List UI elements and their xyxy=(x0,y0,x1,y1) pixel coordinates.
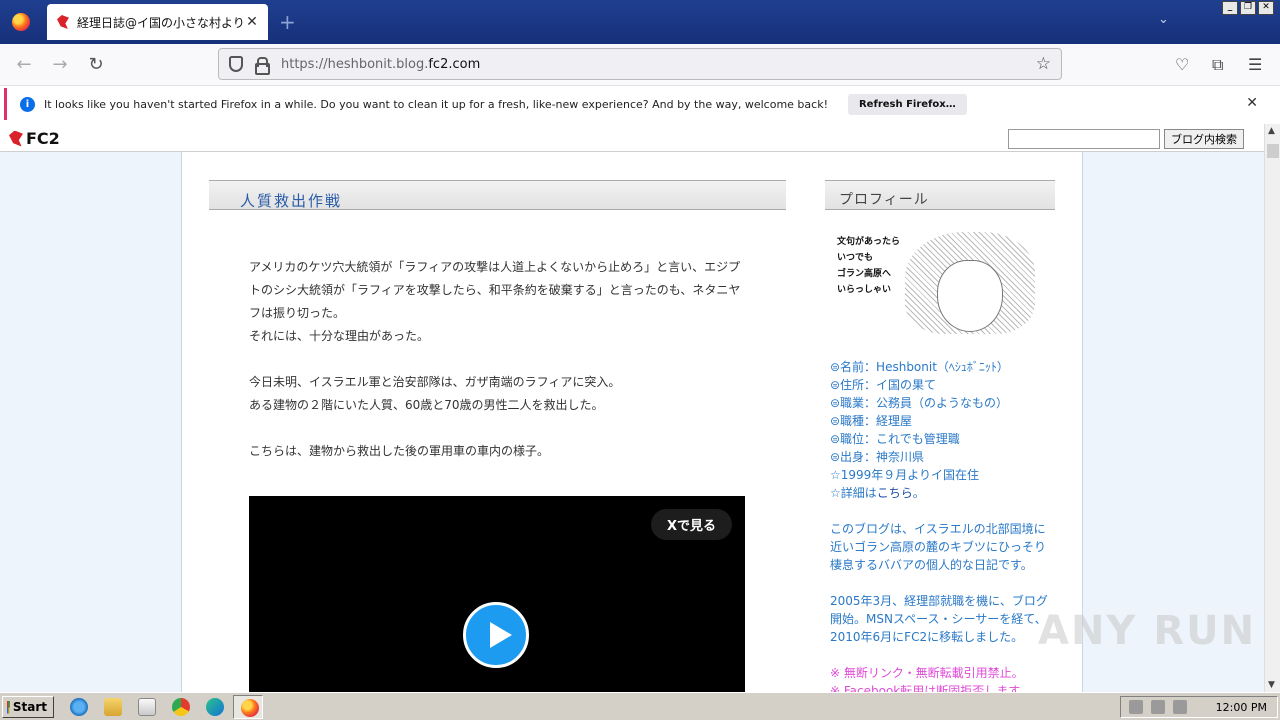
new-tab-plus-icon[interactable]: + xyxy=(279,10,296,34)
close-window-button[interactable]: ✕ xyxy=(1258,1,1274,15)
scroll-down-arrow-icon[interactable]: ▼ xyxy=(1268,680,1275,690)
profile-image-caption: 文句があったら いつでも ゴラン高原へ いらっしゃい xyxy=(837,237,901,295)
profile-item: ☆1999年９月よりイ国在住 xyxy=(830,468,980,482)
flag-icon[interactable] xyxy=(1173,700,1187,714)
url-text[interactable]: https://heshbonit.blog.fc2.com xyxy=(281,57,480,72)
entry-line: 今日未明、イスラエル軍と治安部隊は、ガザ南端のラフィアに突入。 xyxy=(249,375,621,389)
info-icon: i xyxy=(20,96,35,112)
fc2-header-bar: FC2 ブログ内検索 xyxy=(0,124,1264,152)
entry-line: こちらは、建物から救出した後の軍用車の車内の様子。 xyxy=(249,444,550,458)
scroll-up-arrow-icon[interactable]: ▲ xyxy=(1268,126,1275,136)
entry-title-bar: 人質救出作戦 xyxy=(209,180,786,210)
illustrated-face-icon xyxy=(905,232,1035,334)
blog-search-input[interactable] xyxy=(1008,129,1160,149)
navigation-bar: ← → ↻ https://heshbonit.blog.fc2.com ☆ ♡… xyxy=(0,44,1280,86)
blog-content: 人質救出作戦 アメリカのケツ穴大統領が「ラフィアの攻撃は人道上よくないから止めろ… xyxy=(181,152,1083,692)
notification-bar: i It looks like you haven't started Fire… xyxy=(4,88,1276,120)
profile-item: ⊜職業：公務員（のようなもの） xyxy=(830,396,1009,410)
notification-text: It looks like you haven't started Firefo… xyxy=(44,97,828,111)
system-tray: 12:00 PM xyxy=(1120,696,1278,718)
tab-strip: 経理日誌@イ国の小さな村より ✕ + ⌄ _ ❐ ✕ xyxy=(0,0,1280,44)
page-scrollbar[interactable]: ▲ ▼ xyxy=(1264,124,1280,692)
taskbar-firefox-button[interactable] xyxy=(233,695,263,719)
profile-list: ⊜名前：Heshbonit（ﾍｼｭﾎﾞﾆｯﾄ） ⊜住所：イ国の果て ⊜職業：公務… xyxy=(830,358,1009,502)
entry-line: トのシシ大統領が「ラフィアを攻撃したら、和平条約を破棄する」と言ったのも、ネタニ… xyxy=(249,283,741,297)
extensions-icon[interactable]: ⧉ xyxy=(1212,55,1223,75)
bookmark-star-icon[interactable]: ☆ xyxy=(1036,54,1051,74)
active-tab[interactable]: 経理日誌@イ国の小さな村より ✕ xyxy=(47,4,268,40)
edge-icon[interactable] xyxy=(206,698,224,716)
restore-button[interactable]: ❐ xyxy=(1240,1,1256,15)
minimize-button[interactable]: _ xyxy=(1222,1,1238,15)
blog-history: 2005年3月、経理部就職を機に、ブログ開始。MSNスペース・シーサーを経て、2… xyxy=(830,594,1048,644)
entry-line: アメリカのケツ穴大統領が「ラフィアの攻撃は人道上よくないから止めろ」と言い、エジ… xyxy=(249,260,741,274)
note-item: ※ Facebook転用は断固拒否します xyxy=(830,684,1021,692)
lock-icon[interactable] xyxy=(253,57,270,75)
profile-image: 文句があったら いつでも ゴラン高原へ いらっしゃい xyxy=(835,230,1037,336)
profile-detail-link[interactable]: こちら xyxy=(877,486,913,500)
clock: 12:00 PM xyxy=(1215,700,1267,714)
profile-item: ⊜住所：イ国の果て xyxy=(830,378,937,392)
pocket-icon[interactable]: ♡ xyxy=(1175,55,1189,74)
back-arrow-icon[interactable]: ← xyxy=(13,54,35,76)
firefox-icon xyxy=(241,699,259,717)
watch-on-x-button[interactable]: Xで見る xyxy=(651,509,733,540)
profile-detail: ☆詳細はこちら。 xyxy=(830,486,925,500)
hamburger-menu-icon[interactable]: ☰ xyxy=(1248,55,1262,74)
firefox-menu-button[interactable] xyxy=(0,0,42,44)
scroll-thumb[interactable] xyxy=(1267,144,1279,158)
windows-taskbar: Start 12:00 PM xyxy=(0,692,1280,720)
profile-item: ⊜職種：経理屋 xyxy=(830,414,913,428)
notification-close-icon[interactable]: ✕ xyxy=(1246,95,1258,111)
refresh-firefox-button[interactable]: Refresh Firefox… xyxy=(847,93,967,115)
window-controls: _ ❐ ✕ xyxy=(1222,1,1274,15)
file-explorer-icon[interactable] xyxy=(104,698,122,716)
play-button-icon[interactable] xyxy=(463,602,529,668)
blog-description: このブログは、イスラエルの北部国境に近いゴラン高原の麓のキブツにひっそり棲息する… xyxy=(830,522,1047,572)
profile-item: ⊜職位：これでも管理職 xyxy=(830,432,960,446)
firefox-icon xyxy=(12,13,30,31)
chrome-icon[interactable] xyxy=(172,698,190,716)
entry-title[interactable]: 人質救出作戦 xyxy=(240,190,342,211)
forward-arrow-icon[interactable]: → xyxy=(49,54,71,76)
tab-list-chevron-icon[interactable]: ⌄ xyxy=(1158,12,1169,27)
fc2-favicon-icon xyxy=(55,14,71,30)
entry-line: それには、十分な理由があった。 xyxy=(249,329,430,343)
internet-explorer-icon[interactable] xyxy=(70,698,88,716)
sidebar-title: プロフィール xyxy=(839,192,929,208)
fc2-logo[interactable]: FC2 xyxy=(8,129,60,148)
tab-close-icon[interactable]: ✕ xyxy=(244,14,260,30)
entry-body: アメリカのケツ穴大統領が「ラフィアの攻撃は人道上よくないから止めろ」と言い、エジ… xyxy=(249,256,749,463)
reload-icon[interactable]: ↻ xyxy=(85,54,107,76)
windows-flag-icon xyxy=(7,700,10,714)
profile-item: ⊜出身：神奈川県 xyxy=(830,450,925,464)
fc2-logo-icon xyxy=(8,131,24,147)
blog-notes: ※ 無断リンク・無断転載引用禁止。 ※ Facebook転用は断固拒否します xyxy=(830,664,1024,692)
media-player-icon[interactable] xyxy=(138,698,156,716)
volume-icon[interactable] xyxy=(1129,700,1143,714)
tab-title: 経理日誌@イ国の小さな村より xyxy=(77,15,244,30)
sidebar-title-bar: プロフィール xyxy=(825,180,1055,210)
embedded-video[interactable]: Xで見る xyxy=(249,496,745,692)
network-icon[interactable] xyxy=(1151,700,1165,714)
start-button[interactable]: Start xyxy=(2,696,54,718)
note-item: ※ 無断リンク・無断転載引用禁止。 xyxy=(830,666,1024,680)
anyrun-watermark: ANY RUN xyxy=(1038,608,1257,654)
profile-item: ⊜名前：Heshbonit（ﾍｼｭﾎﾞﾆｯﾄ） xyxy=(830,360,1009,374)
tracking-shield-icon[interactable] xyxy=(229,56,243,72)
address-bar[interactable]: https://heshbonit.blog.fc2.com ☆ xyxy=(218,48,1062,80)
blog-search-button[interactable]: ブログ内検索 xyxy=(1164,129,1244,149)
entry-line: ある建物の２階にいた人質、60歳と70歳の男性二人を救出した。 xyxy=(249,398,604,412)
entry-line: フは振り切った。 xyxy=(249,306,346,320)
